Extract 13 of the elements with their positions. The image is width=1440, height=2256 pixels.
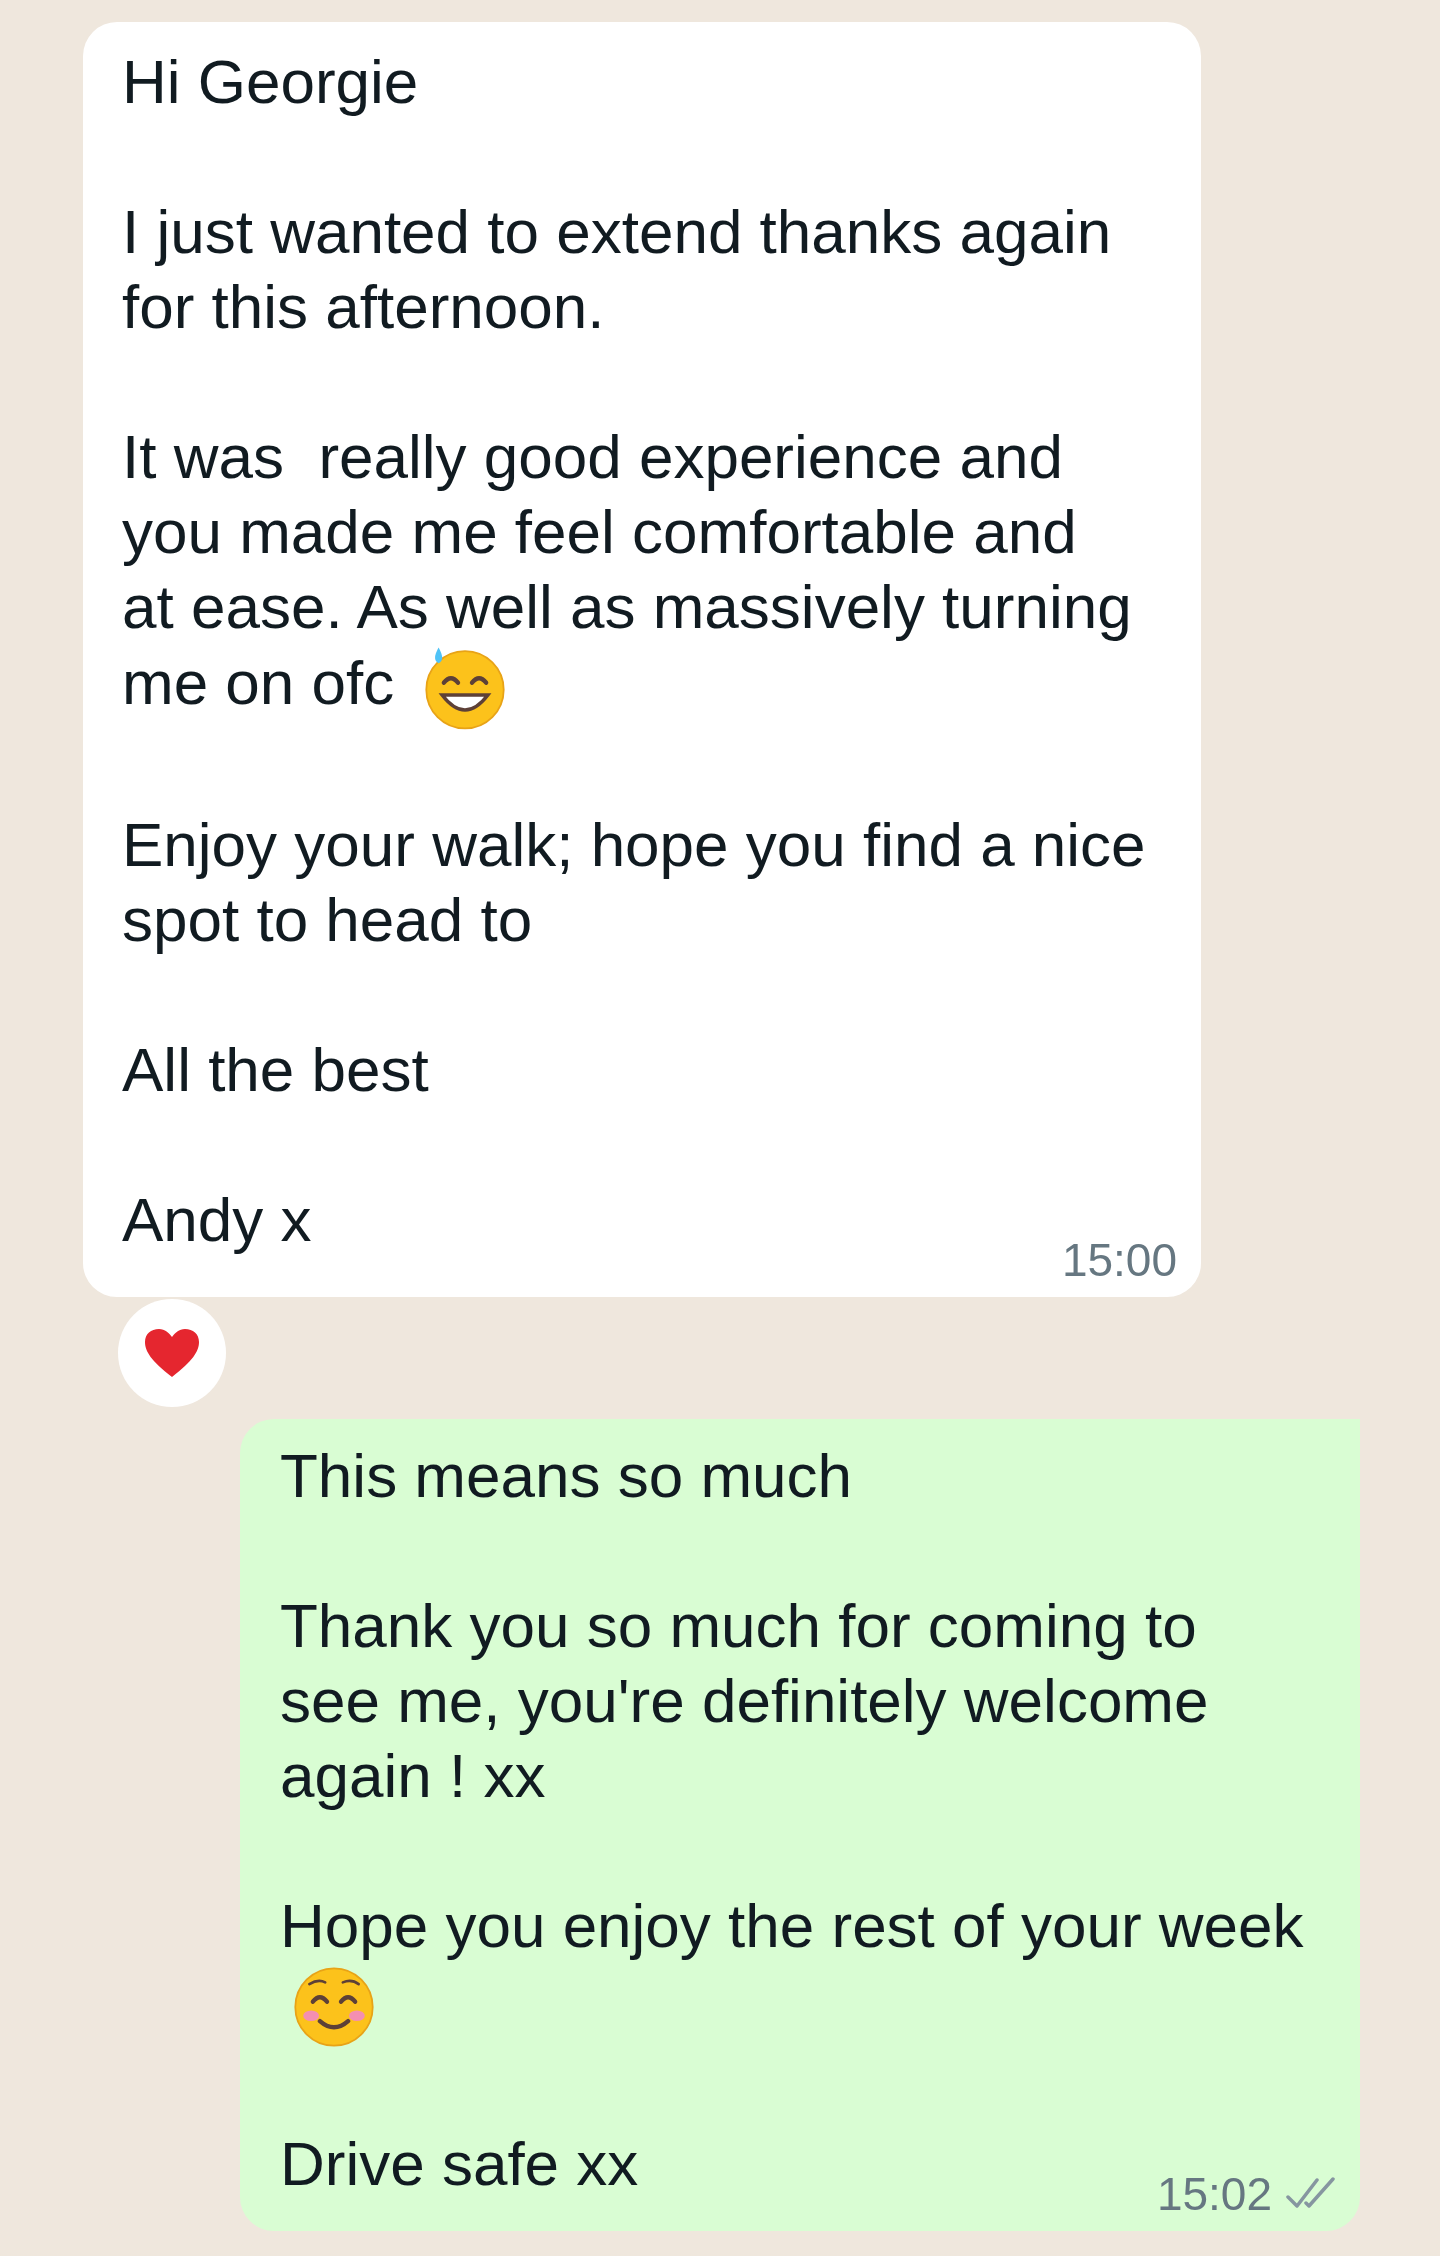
message-text: Andy x (122, 1184, 312, 1256)
message-time: 15:02 (1156, 2171, 1272, 2217)
message-text: Drive safe xx (280, 2128, 639, 2200)
message-text: All the best (122, 1034, 429, 1106)
heart-icon (143, 1327, 201, 1379)
message-text: It was really good experience and you made me feel comfortable and at ease. As well as massively turning me on ofc (122, 419, 1132, 732)
message-text: Enjoy your walk; hope you find a nice spot to head to (122, 809, 1146, 956)
message-text: Hope you enjoy the rest of your week (280, 1888, 1340, 2051)
message-text: Hi Georgie (122, 46, 419, 118)
message-text: I just wanted to extend thanks again for this afternoon. (122, 196, 1112, 343)
message-time: 15:00 (1061, 1237, 1177, 1283)
message-text: This means so much (280, 1440, 852, 1512)
message-text: Thank you so much for coming to see me, you're definitely welcome again ! xx (280, 1590, 1209, 1812)
